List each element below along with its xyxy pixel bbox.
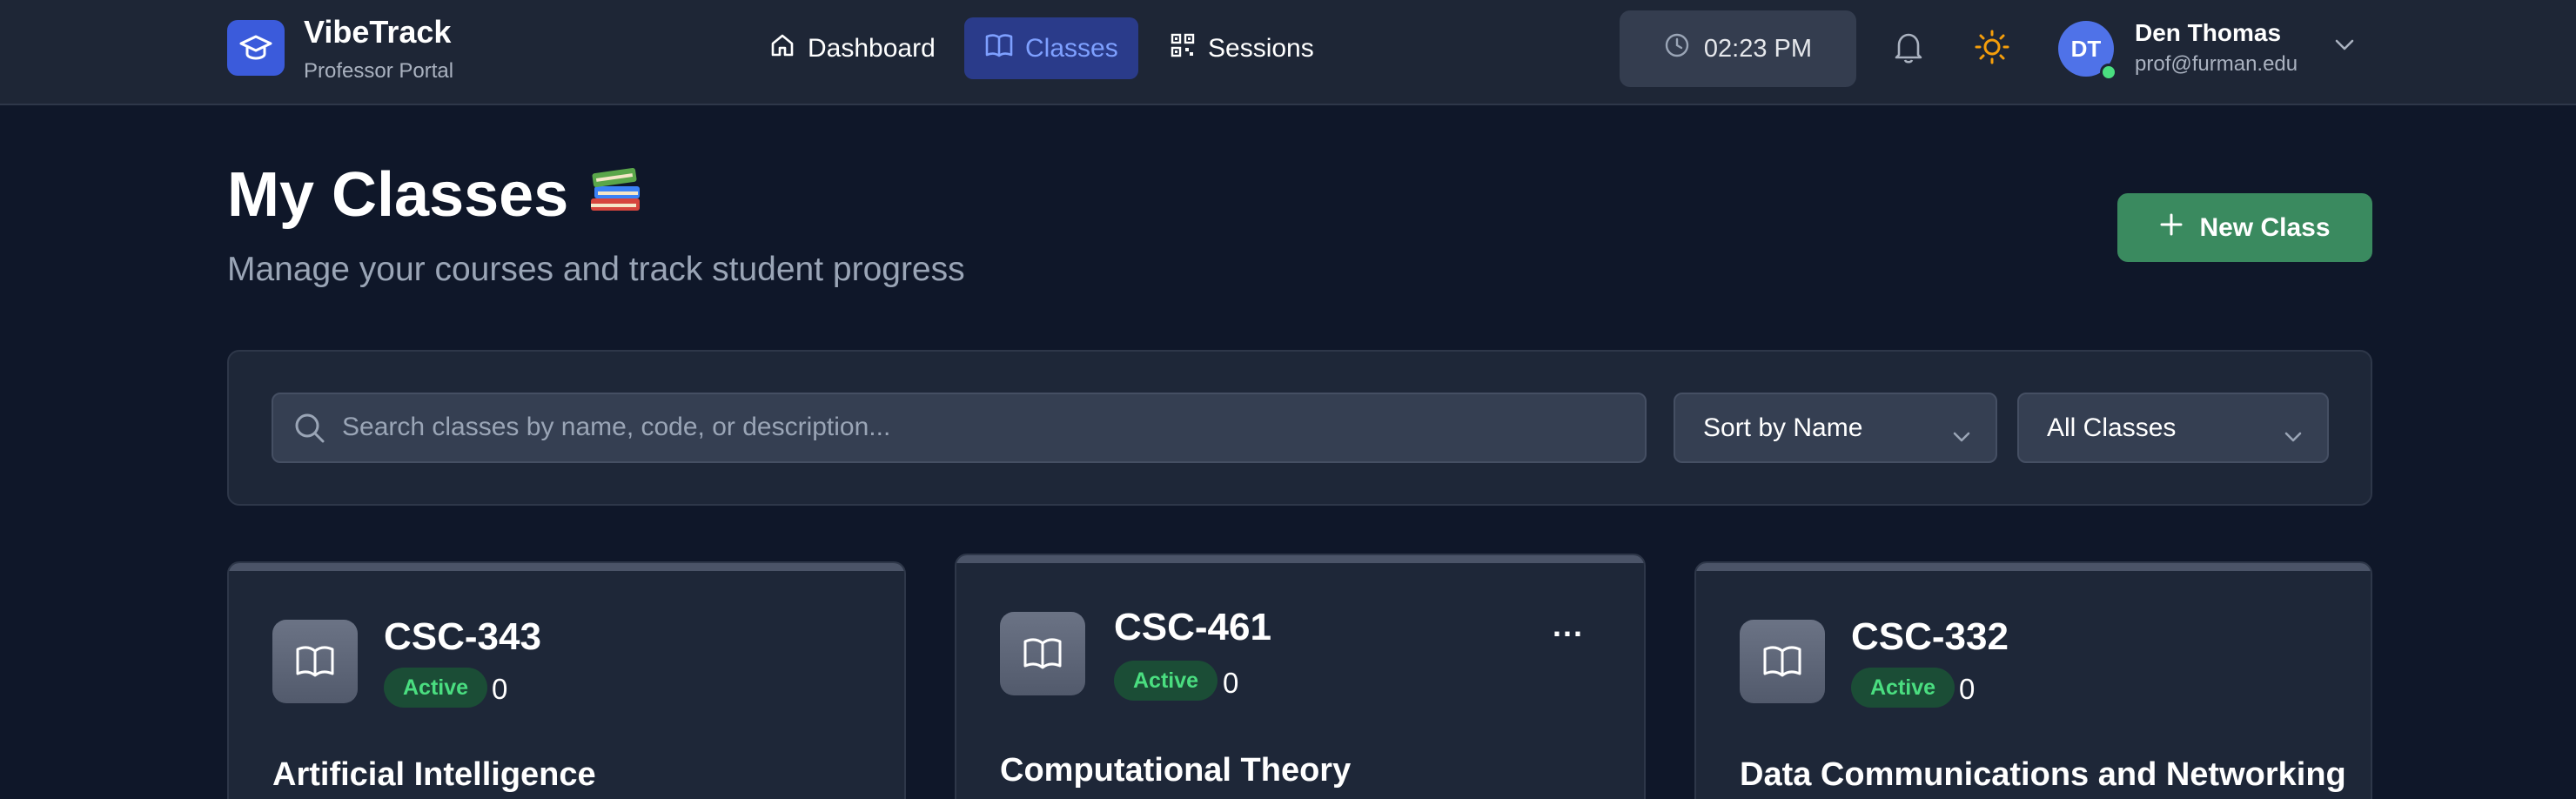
page-title: My Classes (227, 159, 645, 231)
page-subtitle: Manage your courses and track student pr… (227, 251, 965, 288)
nav-dashboard-label: Dashboard (808, 33, 936, 63)
class-name: Data Communications and Networking (1740, 756, 2346, 793)
class-card[interactable]: CSC-343 Active 0 Artificial Intelligence (227, 561, 906, 799)
book-icon (985, 32, 1013, 65)
user-name[interactable]: Den Thomas (2135, 19, 2281, 47)
chevron-down-icon (2284, 420, 2303, 450)
graduation-cap-icon[interactable] (227, 20, 285, 76)
nav-sessions-label: Sessions (1208, 33, 1314, 63)
clock-display: 02:23 PM (1620, 10, 1856, 87)
card-accent-bar (1696, 563, 2371, 571)
sort-select-value: Sort by Name (1703, 413, 1863, 442)
more-options-icon[interactable]: ... (1553, 608, 1584, 644)
class-code: CSC-343 (384, 615, 541, 658)
class-filter-select[interactable]: All Classes (2017, 393, 2329, 463)
brand-title[interactable]: VibeTrack (304, 14, 451, 50)
avatar-initials: DT (2070, 35, 2102, 62)
book-icon (1000, 612, 1085, 695)
search-icon (292, 411, 327, 450)
nav-classes-label: Classes (1025, 33, 1118, 63)
new-class-button[interactable]: New Class (2117, 193, 2372, 262)
search-placeholder: Search classes by name, code, or descrip… (342, 413, 891, 441)
nav-dashboard[interactable]: Dashboard (748, 17, 956, 79)
chevron-down-icon (1952, 420, 1971, 450)
class-card[interactable]: CSC-461 Active 0 ... Computational Theor… (955, 554, 1646, 799)
page-title-text: My Classes (227, 160, 569, 230)
book-icon (272, 620, 358, 703)
card-accent-bar (229, 563, 904, 571)
nav-classes[interactable]: Classes (964, 17, 1138, 79)
bell-icon[interactable] (1892, 29, 1925, 70)
card-accent-bar (956, 555, 1644, 563)
sort-select[interactable]: Sort by Name (1674, 393, 1997, 463)
status-badge: Active (1114, 661, 1218, 701)
student-count: 0 (492, 673, 508, 705)
class-filter-value: All Classes (2047, 413, 2177, 442)
clock-icon (1664, 32, 1690, 65)
nav-sessions[interactable]: Sessions (1149, 17, 1335, 79)
class-name: Artificial Intelligence (272, 756, 596, 793)
status-badge: Active (384, 668, 488, 708)
plus-icon (2159, 212, 2184, 244)
book-icon (1740, 620, 1825, 703)
qr-code-icon (1170, 32, 1196, 65)
student-count: 0 (1959, 673, 1976, 705)
user-email: prof@furman.edu (2135, 52, 2298, 76)
online-status-dot (2100, 64, 2117, 81)
status-badge: Active (1851, 668, 1955, 708)
books-emoji-icon (586, 159, 645, 231)
top-navbar: VibeTrack Professor Portal Dashboard Cla… (0, 0, 2576, 105)
home-icon (769, 32, 795, 65)
new-class-label: New Class (2199, 212, 2331, 242)
clock-time: 02:23 PM (1703, 34, 1813, 63)
chevron-down-icon[interactable] (2334, 38, 2355, 57)
student-count: 0 (1223, 667, 1239, 699)
sun-icon[interactable] (1973, 28, 2011, 70)
brand-subtitle: Professor Portal (304, 59, 454, 83)
class-card[interactable]: CSC-332 Active 0 Data Communications and… (1694, 561, 2372, 799)
class-code: CSC-461 (1114, 606, 1271, 648)
class-code: CSC-332 (1851, 615, 2009, 658)
class-name: Computational Theory (1000, 752, 1352, 789)
